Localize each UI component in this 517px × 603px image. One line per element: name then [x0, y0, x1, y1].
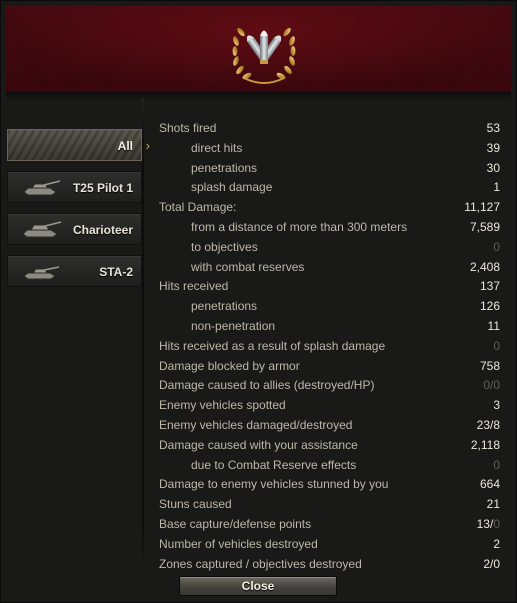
stat-value: 7,589 — [469, 219, 500, 234]
stat-label: from a distance of more than 300 meters — [191, 219, 408, 234]
close-button[interactable]: Close — [179, 576, 337, 596]
stat-value: 11,127 — [464, 200, 500, 215]
stat-label: splash damage — [191, 180, 273, 195]
stat-row: to objectives 0 — [159, 238, 500, 258]
stat-value: 53 — [486, 121, 500, 135]
stat-value: 126 — [479, 299, 500, 314]
stats-list: Shots fired 53 direct hits 39 penetrations 30… — [159, 119, 500, 574]
tab-sta-2[interactable]: STA-2 — [7, 255, 142, 287]
stat-value: 0 — [493, 457, 500, 472]
stat-value: 30 — [486, 160, 500, 175]
stat-value: 2 — [493, 536, 500, 551]
stat-value: 0 — [493, 338, 500, 353]
stat-value: 3 — [493, 398, 500, 413]
stat-label: penetrations — [191, 299, 258, 314]
stat-value: 13/0 — [477, 515, 500, 535]
stat-value: 23/8 — [476, 417, 500, 432]
stat-value: 2/0 — [483, 556, 500, 571]
stat-value-part: 0 — [493, 516, 500, 531]
tank-icon — [23, 266, 60, 280]
tab-charioteer[interactable]: Charioteer — [7, 213, 142, 245]
stat-row: Damage blocked by armor 758 — [159, 357, 500, 377]
tab-label: All — [117, 139, 133, 153]
stat-row: Base capture/defense points 13/0 — [159, 515, 500, 535]
stat-label: Damage blocked by armor — [159, 358, 300, 373]
stat-label: Enemy vehicles damaged/destroyed — [159, 417, 353, 432]
stat-label: Number of vehicles destroyed — [159, 536, 318, 551]
stat-label: penetrations — [191, 160, 258, 175]
stat-value: 0/0 — [483, 378, 500, 393]
chevron-right-icon: › — [145, 138, 150, 153]
stat-value: 758 — [479, 358, 500, 373]
stat-value-part: 13/ — [476, 516, 494, 531]
stat-label: Damage to enemy vehicles stunned by you — [159, 477, 389, 492]
battle-results-dialog: All › T25 Pilot 1 Charioteer STA-2 Shots… — [0, 0, 517, 603]
stat-value: 21 — [486, 497, 500, 512]
stat-row: Number of vehicles destroyed 2 — [159, 535, 500, 555]
stat-value: 664 — [479, 477, 500, 492]
stat-row: with combat reserves 2,408 — [159, 258, 500, 278]
stat-label: due to Combat Reserve effects — [191, 457, 357, 472]
stat-row: due to Combat Reserve effects 0 — [159, 456, 500, 476]
stat-row: Hits received as a result of splash dama… — [159, 337, 500, 357]
shells-laurel-wreath-icon — [232, 27, 296, 84]
tab-label: STA-2 — [99, 265, 133, 279]
stat-label: Base capture/defense points — [159, 516, 312, 531]
stat-row: Enemy vehicles spotted 3 — [159, 396, 500, 416]
dialog-header — [6, 6, 511, 93]
stat-row: from a distance of more than 300 meters 7… — [159, 218, 500, 238]
tab-t25-pilot-1[interactable]: T25 Pilot 1 — [7, 171, 142, 203]
stat-label: non-penetration — [191, 318, 276, 333]
header-shadow — [6, 92, 511, 100]
stat-row: Zones captured / objectives destroyed 2/0 — [159, 555, 500, 575]
stat-label: Stuns caused — [159, 497, 232, 512]
stat-label: Zones captured / objectives destroyed — [159, 556, 362, 571]
vehicle-tabs: All › T25 Pilot 1 Charioteer STA-2 — [7, 129, 150, 297]
stat-row: splash damage 1 — [159, 178, 500, 198]
stat-value: 2,118 — [470, 437, 500, 452]
stat-row: Hits received 137 — [159, 277, 500, 297]
stat-label: Shots fired — [159, 121, 217, 135]
stat-label: Hits received as a result of splash dama… — [159, 338, 386, 353]
stat-row: Damage to enemy vehicles stunned by you 6… — [159, 475, 500, 495]
tank-icon — [23, 180, 61, 196]
stat-row: non-penetration 11 — [159, 317, 500, 337]
stat-row: Damage caused to allies (destroyed/HP) 0/… — [159, 376, 500, 396]
stat-label: Damage caused with your assistance — [159, 437, 358, 452]
stat-value: 2,408 — [469, 259, 500, 274]
stat-row: direct hits 39 — [159, 139, 500, 159]
stat-value: 137 — [479, 279, 500, 294]
stat-value: 11 — [487, 318, 500, 333]
stat-row: Total Damage: 11,127 — [159, 198, 500, 218]
stat-label: Total Damage: — [159, 200, 237, 215]
stat-value: 39 — [486, 140, 500, 155]
tab-label: Charioteer — [72, 223, 133, 237]
panel-divider — [142, 98, 144, 576]
tab-all[interactable]: All › — [7, 129, 150, 161]
tab-label: T25 Pilot 1 — [72, 181, 133, 195]
stat-row: penetrations 126 — [159, 297, 500, 317]
stat-row: Enemy vehicles damaged/destroyed 23/8 — [159, 416, 500, 436]
stat-label: direct hits — [191, 140, 243, 155]
tank-icon — [22, 221, 62, 238]
stat-label: Enemy vehicles spotted — [159, 398, 286, 413]
stat-value: 0 — [493, 239, 500, 254]
stat-value: 1 — [493, 180, 500, 195]
stat-row: Stuns caused 21 — [159, 495, 500, 515]
stat-row: penetrations 30 — [159, 159, 500, 179]
stat-label: Hits received — [159, 279, 229, 294]
stat-label: to objectives — [191, 239, 258, 254]
stat-row: Damage caused with your assistance 2,118 — [159, 436, 500, 456]
stat-row: Shots fired 53 — [159, 119, 500, 139]
stat-label: with combat reserves — [191, 259, 305, 274]
stat-label: Damage caused to allies (destroyed/HP) — [159, 378, 375, 393]
